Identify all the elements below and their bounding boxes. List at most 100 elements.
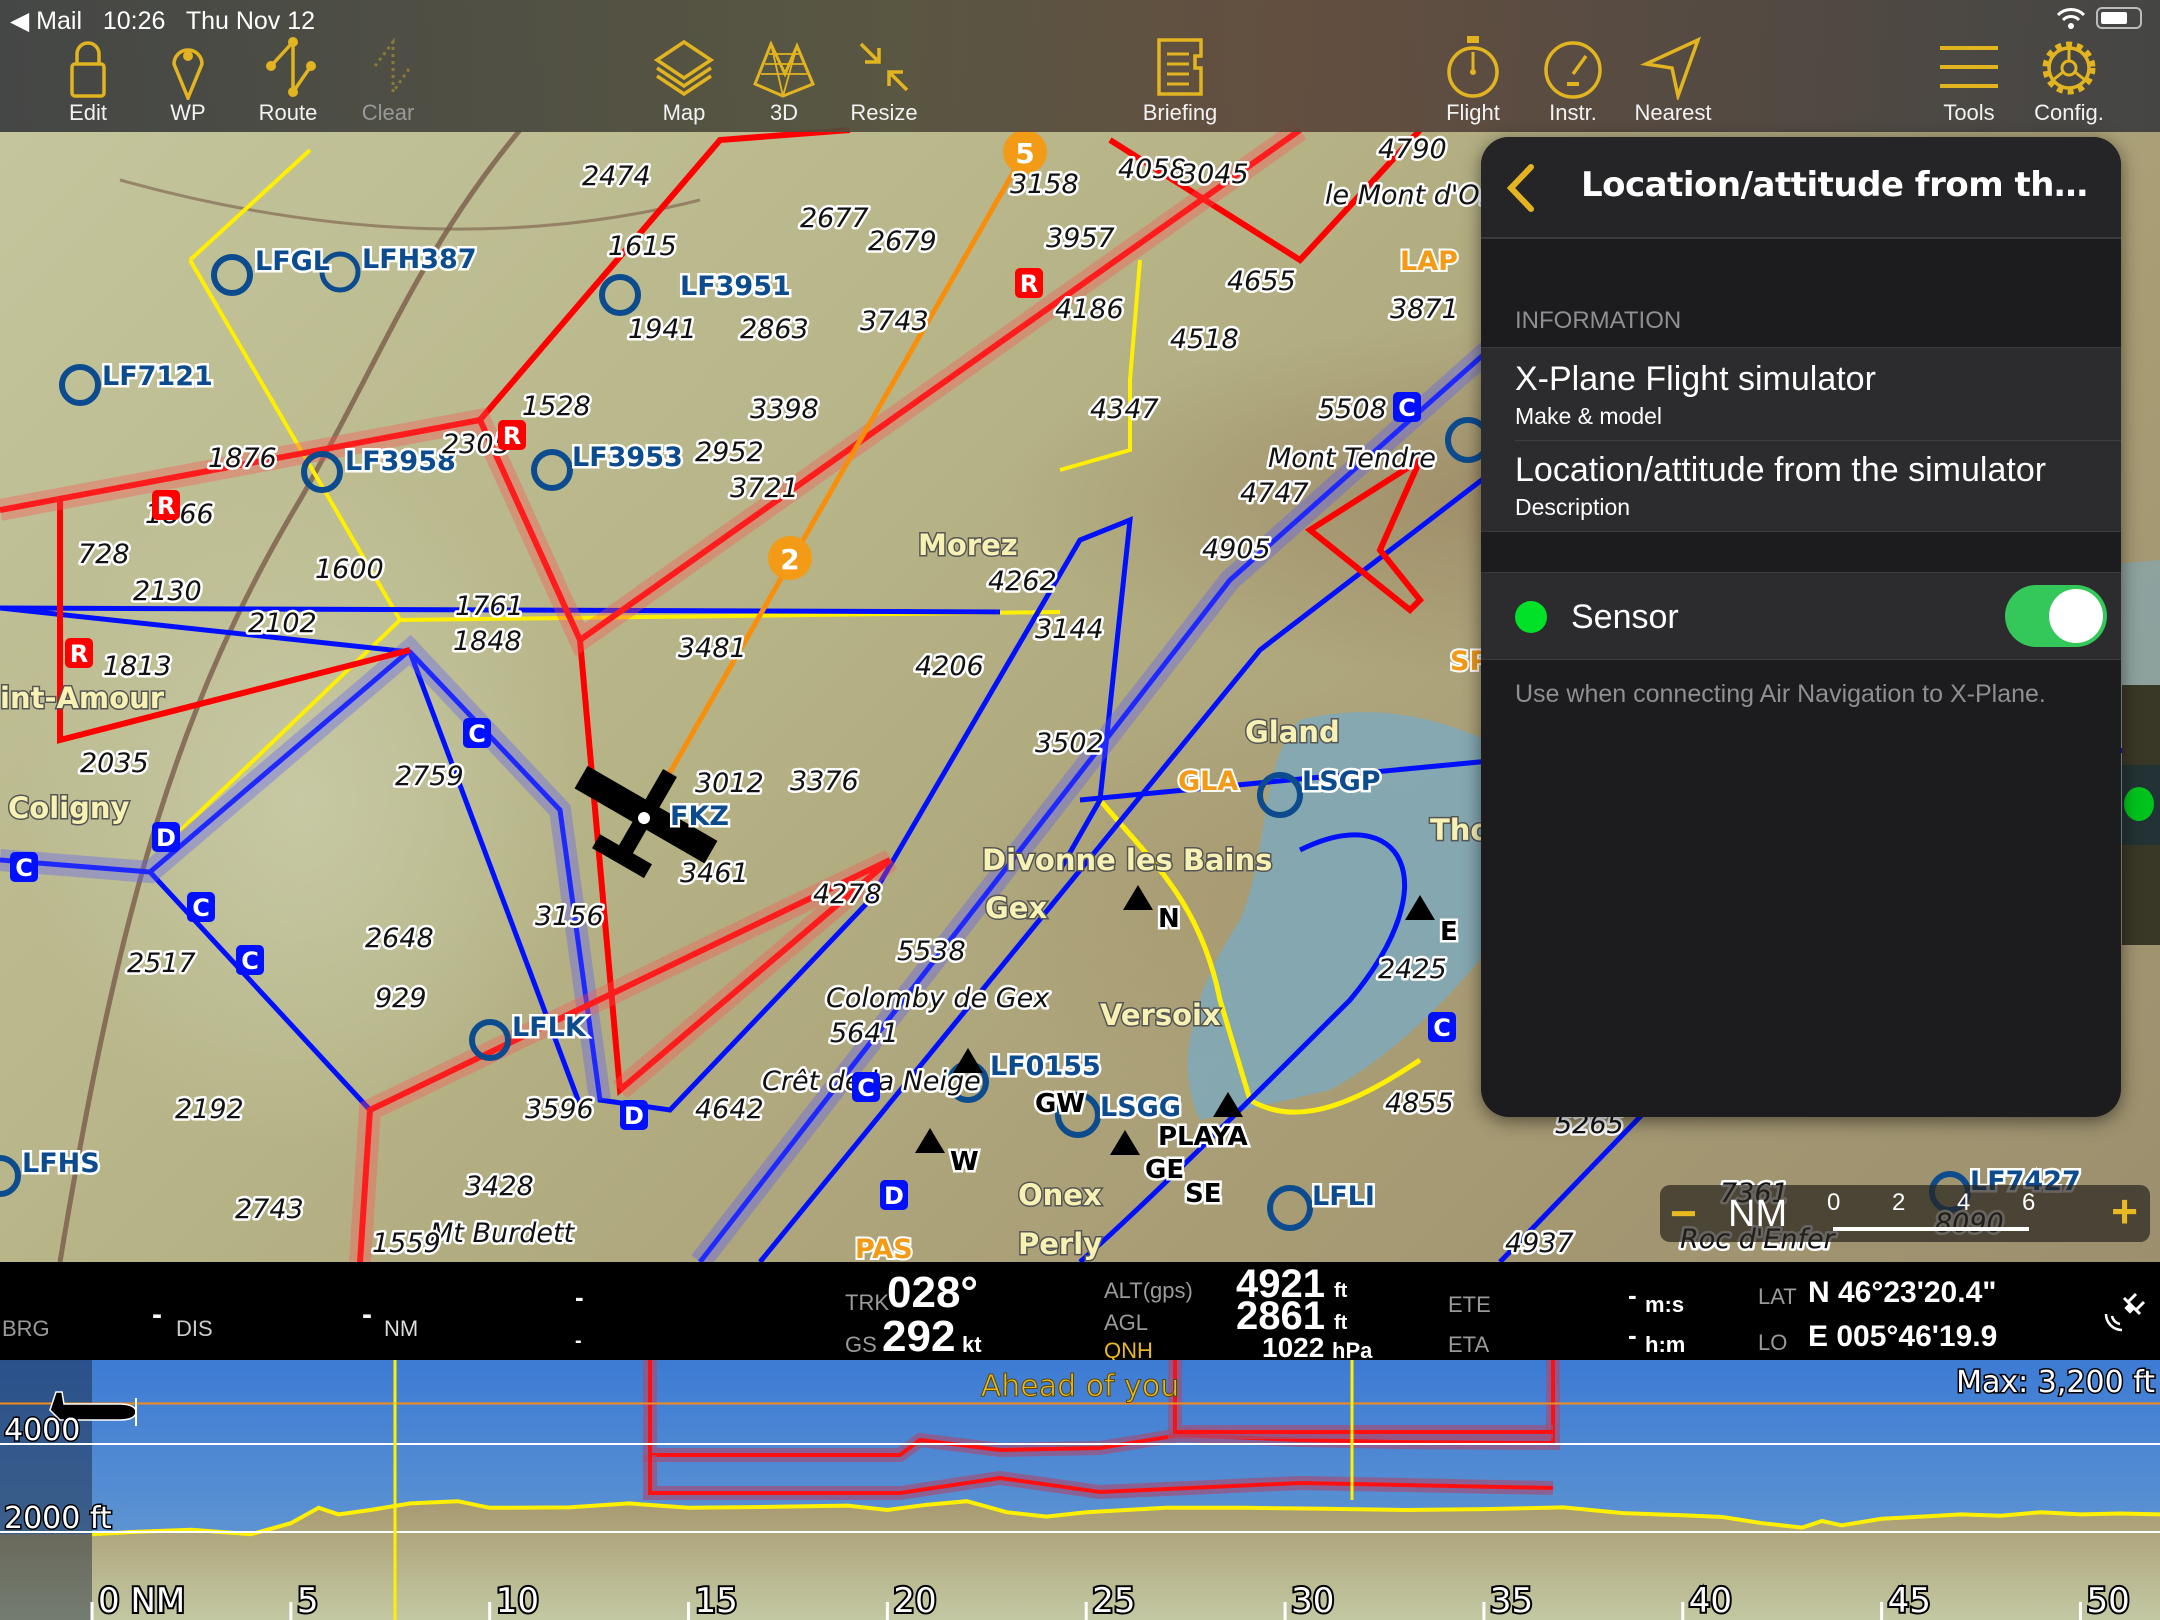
svg-text:3144: 3144 bbox=[1035, 614, 1104, 645]
svg-text:4206: 4206 bbox=[915, 651, 984, 682]
resize-button[interactable]: Resize bbox=[834, 34, 934, 130]
briefing-button[interactable]: Briefing bbox=[1130, 34, 1230, 130]
lon-label: LO bbox=[1758, 1330, 1788, 1355]
x-axis-tick-label: 40 bbox=[1689, 1581, 1732, 1620]
svg-text:2: 2 bbox=[780, 543, 799, 576]
sensor-toggle[interactable] bbox=[2005, 585, 2107, 647]
map-button[interactable]: Map bbox=[634, 34, 734, 130]
zoom-out-button[interactable]: − bbox=[1670, 1190, 1697, 1236]
svg-text:3743: 3743 bbox=[860, 306, 929, 337]
aircraft-label: FKZ bbox=[670, 801, 729, 832]
briefing-label: Briefing bbox=[1142, 100, 1218, 125]
back-chevron-icon[interactable] bbox=[1501, 161, 1541, 215]
agl-unit: ft bbox=[1334, 1312, 1348, 1334]
section-header-information: INFORMATION bbox=[1481, 307, 2121, 348]
town-label: Morez bbox=[918, 528, 1018, 562]
max-altitude-label: Max: 3,200 ft bbox=[1956, 1365, 2155, 1400]
svg-text:4262: 4262 bbox=[988, 566, 1057, 597]
svg-text:2648: 2648 bbox=[365, 923, 434, 954]
map-label: Map bbox=[662, 100, 706, 125]
status-time: 10:26 bbox=[102, 7, 166, 35]
svg-text:5538: 5538 bbox=[897, 936, 966, 967]
vertical-profile-chart: 4000 2000 ft Ahead of you Max: 3,200 ft … bbox=[0, 1360, 2160, 1620]
gauge-icon bbox=[1544, 41, 1602, 99]
scale-tick: 2 bbox=[1892, 1189, 1906, 1216]
airfield-label: LFLI bbox=[1312, 1181, 1375, 1212]
svg-text:2952: 2952 bbox=[695, 437, 764, 468]
svg-text:R: R bbox=[157, 492, 175, 520]
instruments-button[interactable]: Instr. bbox=[1523, 34, 1623, 130]
svg-text:C: C bbox=[192, 894, 210, 922]
route-waypoint[interactable]: 5 bbox=[1003, 130, 1047, 174]
wp-button[interactable]: WP bbox=[138, 34, 238, 130]
nearest-button[interactable]: Nearest bbox=[1623, 34, 1723, 130]
airfield-label: LFLK bbox=[512, 1012, 587, 1043]
route-waypoint[interactable]: 2 bbox=[768, 536, 812, 580]
sensor-footer-note: Use when connecting Air Navigation to X-… bbox=[1515, 680, 2046, 708]
reporting-point-label: GW bbox=[1035, 1089, 1085, 1119]
nearest-label: Nearest bbox=[1634, 100, 1712, 125]
edit-button[interactable]: Edit bbox=[38, 34, 138, 130]
navigation-data-bar[interactable]: BRG - DIS - NM - - TRK 028° GS 292 kt AL… bbox=[0, 1262, 2160, 1363]
alt-unit: ft bbox=[1334, 1280, 1348, 1302]
status-date: Thu Nov 12 bbox=[185, 7, 316, 35]
svg-text:C: C bbox=[241, 947, 259, 975]
svg-text:2130: 2130 bbox=[133, 576, 202, 607]
x-axis-tick-label: 5 bbox=[297, 1581, 319, 1620]
sensor-row: Sensor bbox=[1481, 572, 2121, 660]
svg-text:1615: 1615 bbox=[608, 231, 677, 262]
status-bar-left: ◀ Mail 10:26 Thu Nov 12 bbox=[10, 6, 315, 36]
town-label: int-Amour bbox=[0, 681, 165, 715]
svg-text:D: D bbox=[156, 824, 176, 852]
side-tab-atc[interactable] bbox=[2122, 845, 2160, 945]
town-label: Divonne les Bains bbox=[982, 843, 1272, 877]
lat-value: N 46°23'20.4" bbox=[1808, 1276, 1997, 1309]
status-bar-right bbox=[2056, 6, 2142, 30]
svg-text:3158: 3158 bbox=[1010, 169, 1079, 200]
svg-text:2743: 2743 bbox=[235, 1194, 304, 1225]
config-button[interactable]: Config. bbox=[2019, 34, 2119, 130]
y-axis-label-4000: 4000 bbox=[4, 1413, 80, 1448]
make-model-value: X-Plane Flight simulator bbox=[1515, 360, 1876, 398]
svg-text:4790: 4790 bbox=[1378, 134, 1447, 165]
planned-route-line bbox=[657, 150, 1028, 792]
side-tab-status[interactable] bbox=[2122, 765, 2160, 845]
town-label: Onex bbox=[1018, 1178, 1102, 1212]
vertical-profile-view[interactable]: 4000 2000 ft Ahead of you Max: 3,200 ft … bbox=[0, 1360, 2160, 1620]
zoom-in-button[interactable]: + bbox=[2111, 1188, 2138, 1234]
3d-button[interactable]: 3D bbox=[734, 34, 834, 130]
svg-text:2677: 2677 bbox=[800, 203, 869, 234]
sensor-label: Sensor bbox=[1571, 597, 1679, 636]
svg-text:4905: 4905 bbox=[1202, 534, 1271, 565]
route-button[interactable]: Route bbox=[238, 34, 338, 130]
svg-text:4278: 4278 bbox=[813, 879, 882, 910]
alt-gps-label: ALT(gps) bbox=[1104, 1278, 1193, 1303]
svg-text:4937: 4937 bbox=[1505, 1228, 1574, 1259]
popover-header: Location/attitude from the sim... bbox=[1481, 137, 2121, 239]
svg-text:1528: 1528 bbox=[522, 391, 591, 422]
svg-text:3012: 3012 bbox=[695, 768, 764, 799]
back-to-app-link[interactable]: ◀ Mail bbox=[10, 7, 82, 35]
side-tab-checklist[interactable] bbox=[2122, 685, 2160, 765]
svg-text:5: 5 bbox=[1015, 137, 1034, 170]
tools-button[interactable]: Tools bbox=[1919, 34, 2019, 130]
air-navigation-app: 5 2 FKZ LFGL LFH387 LF3951 LF7121 LF3958… bbox=[0, 0, 2160, 1620]
menu-icon bbox=[1940, 46, 1998, 88]
wifi-icon bbox=[2056, 8, 2086, 29]
satellite-icon[interactable] bbox=[2100, 1290, 2146, 1336]
svg-text:D: D bbox=[884, 1182, 904, 1210]
brg-value: - bbox=[152, 1298, 162, 1331]
svg-text:2759: 2759 bbox=[395, 761, 464, 792]
airfield-label: LF7121 bbox=[102, 361, 213, 392]
row-divider bbox=[1515, 440, 2121, 441]
airfield-label: LSGG bbox=[1100, 1092, 1181, 1123]
reporting-point-label: W bbox=[950, 1147, 979, 1177]
town-label: Perly bbox=[1018, 1227, 1102, 1261]
flight-button[interactable]: Flight bbox=[1423, 34, 1523, 130]
clear-button[interactable]: Clear bbox=[338, 34, 438, 130]
town-label: Colomby de Gex bbox=[826, 983, 1050, 1014]
scale-unit: NM bbox=[1728, 1193, 1788, 1235]
3d-label: 3D bbox=[769, 100, 799, 125]
svg-text:4347: 4347 bbox=[1090, 394, 1159, 425]
x-axis-tick-label: 0 NM bbox=[98, 1581, 185, 1620]
